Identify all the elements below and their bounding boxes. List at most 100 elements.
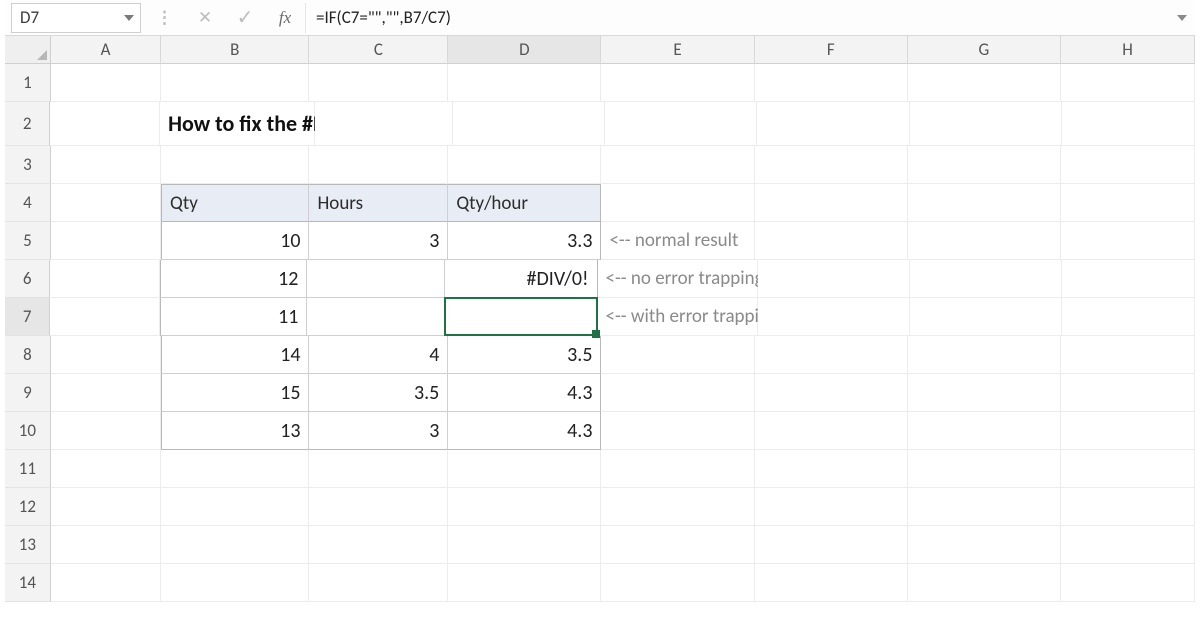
cell-E2[interactable]	[605, 102, 757, 146]
cell-B10[interactable]: 13	[161, 412, 309, 450]
cell-F10[interactable]	[755, 412, 908, 450]
cell-C1[interactable]	[309, 64, 448, 102]
cell-F2[interactable]	[757, 102, 909, 146]
cell-H5[interactable]	[1061, 222, 1195, 260]
col-header-F[interactable]: F	[755, 36, 908, 64]
cell-G11[interactable]	[908, 450, 1061, 488]
row-header-5[interactable]: 5	[5, 222, 51, 260]
cell-A9[interactable]	[51, 374, 161, 412]
cell-H10[interactable]	[1061, 412, 1195, 450]
cell-D1[interactable]	[448, 64, 601, 102]
cell-G12[interactable]	[908, 488, 1061, 526]
row-header-8[interactable]: 8	[5, 336, 51, 374]
cell-H14[interactable]	[1061, 564, 1195, 602]
col-header-B[interactable]: B	[161, 36, 309, 64]
cell-G7[interactable]	[910, 298, 1062, 336]
cell-D9[interactable]: 4.3	[448, 374, 601, 412]
row-header-2[interactable]: 2	[5, 102, 50, 146]
cell-D2[interactable]	[453, 102, 605, 146]
cell-F4[interactable]	[755, 184, 908, 222]
cell-C10[interactable]: 3	[309, 412, 448, 450]
cell-B9[interactable]: 15	[161, 374, 309, 412]
cell-F13[interactable]	[755, 526, 908, 564]
cell-C8[interactable]: 4	[309, 336, 448, 374]
cell-F12[interactable]	[755, 488, 908, 526]
cell-E7[interactable]: <-- with error trapping	[598, 298, 758, 336]
cell-D13[interactable]	[448, 526, 601, 564]
cell-E11[interactable]	[601, 450, 754, 488]
cell-A7[interactable]	[50, 298, 160, 336]
row-header-4[interactable]: 4	[5, 184, 51, 222]
cell-B8[interactable]: 14	[161, 336, 309, 374]
cell-A1[interactable]	[51, 64, 161, 102]
cell-B3[interactable]	[161, 146, 309, 184]
col-header-C[interactable]: C	[309, 36, 448, 64]
cell-F6[interactable]	[758, 260, 910, 298]
cell-E6[interactable]: <-- no error trapping	[598, 260, 758, 298]
cell-C7[interactable]	[307, 298, 445, 336]
cell-D12[interactable]	[448, 488, 601, 526]
row-header-3[interactable]: 3	[5, 146, 51, 184]
cell-C13[interactable]	[309, 526, 448, 564]
cell-H9[interactable]	[1061, 374, 1195, 412]
expand-formula-bar-button[interactable]	[1169, 15, 1195, 21]
cell-C11[interactable]	[309, 450, 448, 488]
cell-A12[interactable]	[51, 488, 161, 526]
row-header-9[interactable]: 9	[5, 374, 51, 412]
cell-A2[interactable]	[50, 102, 160, 146]
cell-D4[interactable]: Qty/hour	[448, 184, 601, 222]
row-header-7[interactable]: 7	[5, 298, 50, 336]
cell-G13[interactable]	[908, 526, 1061, 564]
name-box-dropdown-icon[interactable]	[124, 15, 134, 21]
cell-H6[interactable]	[1062, 260, 1195, 298]
cell-E3[interactable]	[601, 146, 754, 184]
fx-label[interactable]: fx	[265, 8, 305, 28]
cell-A3[interactable]	[51, 146, 161, 184]
cell-C14[interactable]	[309, 564, 448, 602]
cell-A6[interactable]	[50, 260, 160, 298]
cell-C12[interactable]	[309, 488, 448, 526]
cell-H4[interactable]	[1061, 184, 1195, 222]
cell-H7[interactable]	[1062, 298, 1195, 336]
cell-G1[interactable]	[908, 64, 1061, 102]
cell-F11[interactable]	[755, 450, 908, 488]
row-header-13[interactable]: 13	[5, 526, 51, 564]
cell-E13[interactable]	[601, 526, 754, 564]
cell-C6[interactable]	[307, 260, 445, 298]
cell-H1[interactable]	[1061, 64, 1195, 102]
cell-B12[interactable]	[161, 488, 309, 526]
col-header-E[interactable]: E	[601, 36, 754, 64]
cell-G4[interactable]	[908, 184, 1061, 222]
cell-H2[interactable]	[1062, 102, 1195, 146]
select-all-corner[interactable]	[5, 36, 51, 64]
col-header-G[interactable]: G	[908, 36, 1061, 64]
row-header-10[interactable]: 10	[5, 412, 51, 450]
cell-A5[interactable]	[51, 222, 161, 260]
cell-H11[interactable]	[1061, 450, 1195, 488]
cell-C2[interactable]	[315, 102, 453, 146]
cell-H12[interactable]	[1061, 488, 1195, 526]
cell-D8[interactable]: 3.5	[448, 336, 601, 374]
cell-F5[interactable]	[755, 222, 908, 260]
row-header-6[interactable]: 6	[5, 260, 50, 298]
cell-F9[interactable]	[755, 374, 908, 412]
cell-D10[interactable]: 4.3	[448, 412, 601, 450]
row-header-14[interactable]: 14	[5, 564, 51, 602]
cell-B5[interactable]: 10	[161, 222, 309, 260]
cell-B14[interactable]	[161, 564, 309, 602]
cell-E10[interactable]	[601, 412, 754, 450]
formula-input[interactable]: =IF(C7="","",B7/C7)	[305, 3, 1169, 33]
cell-A14[interactable]	[51, 564, 161, 602]
col-header-H[interactable]: H	[1061, 36, 1195, 64]
row-header-11[interactable]: 11	[5, 450, 51, 488]
cell-B1[interactable]	[161, 64, 309, 102]
cell-D5[interactable]: 3.3	[448, 222, 601, 260]
cell-G5[interactable]	[908, 222, 1061, 260]
col-header-D[interactable]: D	[448, 36, 601, 64]
cell-B7[interactable]: 11	[160, 298, 307, 336]
cell-B13[interactable]	[161, 526, 309, 564]
cell-A11[interactable]	[51, 450, 161, 488]
cell-E4[interactable]	[601, 184, 754, 222]
cell-D14[interactable]	[448, 564, 601, 602]
cell-G14[interactable]	[908, 564, 1061, 602]
